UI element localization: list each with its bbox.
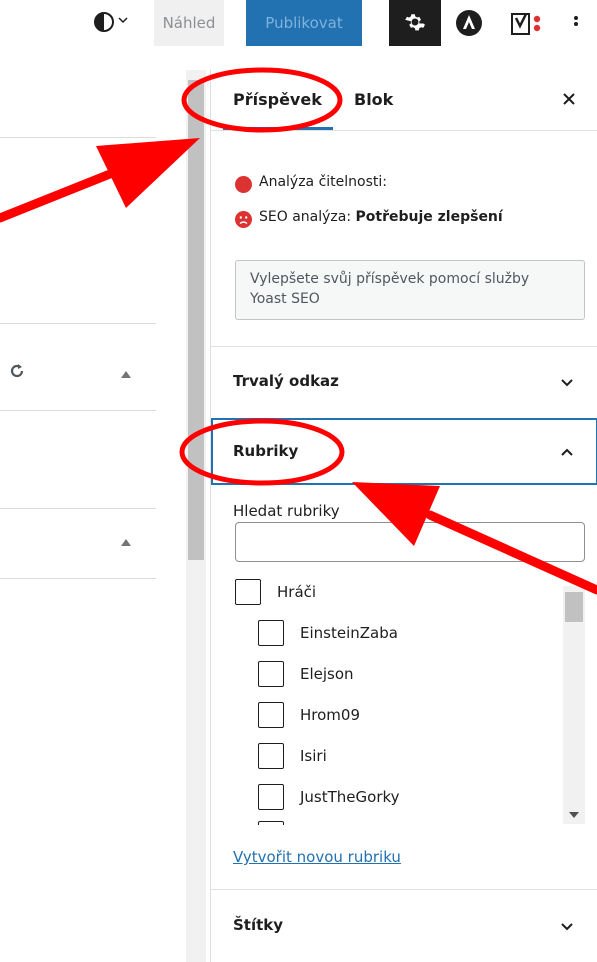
scroll-down-arrow-icon[interactable] bbox=[569, 812, 579, 818]
settings-button[interactable] bbox=[389, 0, 441, 46]
seo-label: SEO analýza: bbox=[259, 209, 352, 225]
collapse-arrow-icon[interactable] bbox=[121, 539, 131, 546]
astra-logo-icon[interactable] bbox=[455, 9, 483, 37]
tab-post[interactable]: Příspěvek bbox=[233, 90, 322, 109]
readability-label: Analýza čitelnosti: bbox=[259, 174, 387, 190]
contrast-icon[interactable] bbox=[94, 12, 114, 32]
category-checkbox[interactable] bbox=[258, 620, 284, 646]
new-category-link[interactable]: Vytvořit novou rubriku bbox=[233, 848, 401, 866]
collapse-arrow-icon[interactable] bbox=[121, 371, 131, 378]
yoast-logo-icon[interactable] bbox=[509, 8, 545, 38]
settings-sidebar: Příspěvek Blok Analýza čitelnosti: SEO a… bbox=[210, 70, 597, 962]
sad-face-icon bbox=[235, 211, 252, 228]
category-label: Elejson bbox=[300, 665, 354, 683]
category-label: EinsteinZaba bbox=[300, 624, 398, 642]
preview-button[interactable]: Náhled bbox=[154, 0, 224, 46]
divider bbox=[211, 346, 597, 347]
category-label: Hráči bbox=[277, 583, 317, 601]
category-label: Hrom09 bbox=[300, 706, 360, 724]
scroll-up-arrow-icon[interactable] bbox=[569, 576, 579, 582]
category-checkbox[interactable] bbox=[258, 743, 284, 769]
category-checkbox[interactable] bbox=[235, 579, 261, 605]
seo-value: Potřebuje zlepšení bbox=[355, 209, 503, 225]
divider bbox=[0, 578, 156, 579]
category-search-input[interactable] bbox=[235, 522, 585, 562]
publish-button[interactable]: Publikovat bbox=[246, 0, 362, 46]
category-checkbox[interactable] bbox=[258, 821, 284, 825]
categories-panel-title[interactable]: Rubriky bbox=[233, 442, 298, 460]
chevron-down-icon[interactable] bbox=[559, 919, 575, 935]
refresh-icon[interactable] bbox=[8, 362, 26, 380]
permalink-panel-title[interactable]: Trvalý odkaz bbox=[233, 372, 339, 390]
vertical-ellipsis-icon[interactable] bbox=[572, 12, 580, 34]
editor-toolbar: Náhled Publikovat bbox=[0, 0, 597, 46]
seo-analysis: SEO analýza: Potřebuje zlepšení bbox=[259, 209, 503, 225]
category-checkbox[interactable] bbox=[258, 702, 284, 728]
divider bbox=[0, 323, 156, 324]
category-list-scrollbar-thumb[interactable] bbox=[565, 592, 583, 622]
annotation-arrow-head bbox=[96, 138, 200, 208]
tab-block[interactable]: Blok bbox=[354, 90, 393, 109]
category-label: JustTheGorky bbox=[300, 788, 400, 806]
readability-status-dot bbox=[235, 176, 252, 193]
divider bbox=[0, 508, 156, 509]
category-checkbox[interactable] bbox=[258, 784, 284, 810]
divider bbox=[0, 410, 156, 411]
annotation-arrow bbox=[0, 165, 125, 223]
divider bbox=[0, 137, 156, 138]
close-icon[interactable] bbox=[560, 90, 578, 108]
category-search-label: Hledat rubriky bbox=[233, 502, 340, 520]
divider bbox=[211, 889, 597, 890]
chevron-down-icon[interactable] bbox=[559, 375, 575, 391]
category-checkbox[interactable] bbox=[258, 661, 284, 687]
tags-panel-title[interactable]: Štítky bbox=[233, 916, 283, 934]
chevron-up-icon[interactable] bbox=[559, 444, 575, 460]
chevron-down-icon[interactable] bbox=[117, 14, 129, 26]
yoast-upgrade-button[interactable]: Vylepšete svůj příspěvek pomocí služby Y… bbox=[235, 260, 585, 320]
category-list: Hráči EinsteinZaba Elejson Hrom09 Isiri … bbox=[211, 570, 597, 825]
category-label: Isiri bbox=[300, 747, 327, 765]
scrollbar-thumb[interactable] bbox=[188, 80, 204, 560]
gear-icon bbox=[405, 14, 425, 31]
divider bbox=[211, 130, 597, 131]
